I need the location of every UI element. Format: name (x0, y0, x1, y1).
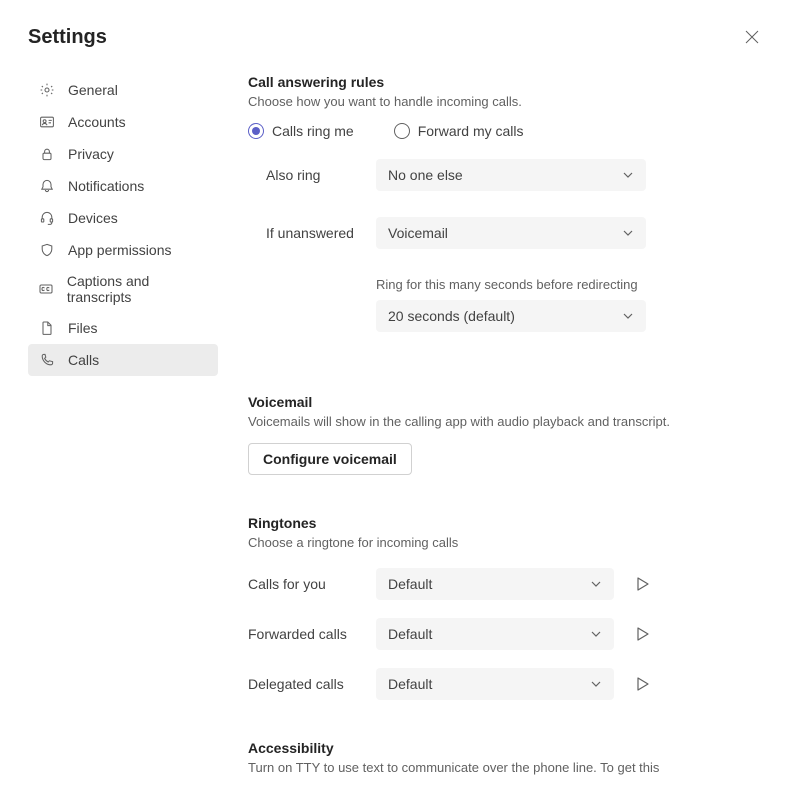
ringtone-calls-for-you-dropdown[interactable]: Default (376, 568, 614, 600)
nav-item-general[interactable]: General (28, 74, 218, 106)
nav-item-app-permissions[interactable]: App permissions (28, 234, 218, 266)
configure-voicemail-button[interactable]: Configure voicemail (248, 443, 412, 475)
section-title: Accessibility (248, 740, 761, 756)
nav-item-files[interactable]: Files (28, 312, 218, 344)
close-icon (745, 30, 759, 44)
page-title: Settings (28, 26, 107, 49)
chevron-down-icon (590, 578, 602, 590)
captions-icon (38, 280, 55, 298)
radio-label: Forward my calls (418, 123, 524, 139)
ringtone-forwarded-dropdown[interactable]: Default (376, 618, 614, 650)
dropdown-value: Default (388, 676, 432, 692)
ring-duration-dropdown[interactable]: 20 seconds (default) (376, 300, 646, 332)
section-accessibility: Accessibility Turn on TTY to use text to… (248, 740, 761, 775)
dropdown-value: Default (388, 626, 432, 642)
nav-item-accounts[interactable]: Accounts (28, 106, 218, 138)
nav-item-notifications[interactable]: Notifications (28, 170, 218, 202)
radio-checked-icon (248, 123, 264, 139)
nav-item-devices[interactable]: Devices (28, 202, 218, 234)
nav-item-label: Devices (68, 210, 118, 226)
nav-item-label: Calls (68, 352, 99, 368)
section-desc: Choose how you want to handle incoming c… (248, 94, 761, 109)
headset-icon (38, 209, 56, 227)
close-button[interactable] (739, 24, 765, 50)
play-icon (634, 676, 650, 692)
section-title: Voicemail (248, 394, 761, 410)
dropdown-value: Default (388, 576, 432, 592)
gear-icon (38, 81, 56, 99)
nav-item-calls[interactable]: Calls (28, 344, 218, 376)
play-ringtone-button[interactable] (630, 672, 654, 696)
chevron-down-icon (622, 310, 634, 322)
radio-calls-ring-me[interactable]: Calls ring me (248, 123, 354, 139)
bell-icon (38, 177, 56, 195)
section-desc: Voicemails will show in the calling app … (248, 414, 761, 429)
section-call-rules: Call answering rules Choose how you want… (248, 74, 761, 332)
dropdown-value: No one else (388, 167, 463, 183)
ringtone-delegated-label: Delegated calls (248, 676, 376, 692)
nav-item-label: Captions and transcripts (67, 273, 208, 305)
nav-item-label: General (68, 82, 118, 98)
also-ring-dropdown[interactable]: No one else (376, 159, 646, 191)
shield-icon (38, 241, 56, 259)
nav-item-label: App permissions (68, 242, 172, 258)
section-title: Call answering rules (248, 74, 761, 90)
nav-item-label: Notifications (68, 178, 144, 194)
lock-icon (38, 145, 56, 163)
chevron-down-icon (590, 628, 602, 640)
call-handling-radio-group: Calls ring me Forward my calls (248, 123, 761, 139)
dropdown-value: Voicemail (388, 225, 448, 241)
chevron-down-icon (590, 678, 602, 690)
settings-header: Settings (28, 24, 765, 50)
phone-icon (38, 351, 56, 369)
if-unanswered-label: If unanswered (248, 225, 376, 241)
nav-item-label: Files (68, 320, 98, 336)
nav-item-label: Accounts (68, 114, 126, 130)
also-ring-label: Also ring (248, 167, 376, 183)
section-desc: Turn on TTY to use text to communicate o… (248, 760, 761, 775)
nav-item-label: Privacy (68, 146, 114, 162)
file-icon (38, 319, 56, 337)
section-ringtones: Ringtones Choose a ringtone for incoming… (248, 515, 761, 700)
play-icon (634, 576, 650, 592)
dropdown-value: 20 seconds (default) (388, 308, 515, 324)
section-voicemail: Voicemail Voicemails will show in the ca… (248, 394, 761, 475)
ringtone-delegated-dropdown[interactable]: Default (376, 668, 614, 700)
radio-forward-calls[interactable]: Forward my calls (394, 123, 524, 139)
id-card-icon (38, 113, 56, 131)
chevron-down-icon (622, 169, 634, 181)
section-desc: Choose a ringtone for incoming calls (248, 535, 761, 550)
ringtone-forwarded-label: Forwarded calls (248, 626, 376, 642)
nav-item-captions[interactable]: Captions and transcripts (28, 266, 218, 312)
play-ringtone-button[interactable] (630, 622, 654, 646)
radio-unchecked-icon (394, 123, 410, 139)
settings-sidebar: General Accounts Privacy Notifications (28, 74, 218, 789)
settings-content: Call answering rules Choose how you want… (218, 74, 765, 789)
ringtone-calls-for-you-label: Calls for you (248, 576, 376, 592)
play-icon (634, 626, 650, 642)
if-unanswered-dropdown[interactable]: Voicemail (376, 217, 646, 249)
section-title: Ringtones (248, 515, 761, 531)
nav-item-privacy[interactable]: Privacy (28, 138, 218, 170)
ring-duration-label: Ring for this many seconds before redire… (376, 277, 761, 292)
radio-label: Calls ring me (272, 123, 354, 139)
play-ringtone-button[interactable] (630, 572, 654, 596)
chevron-down-icon (622, 227, 634, 239)
